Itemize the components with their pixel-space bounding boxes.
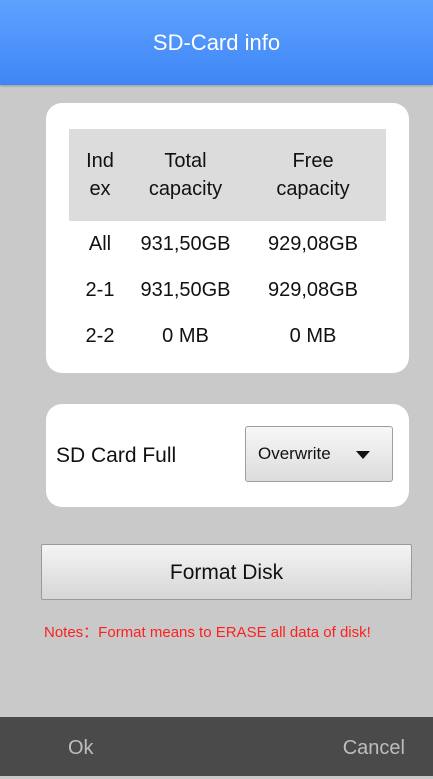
capacity-card: Ind ex Total capacity Free capacity All … <box>46 103 409 373</box>
sd-card-full-label: SD Card Full <box>56 444 177 467</box>
cell-total: 931,50GB <box>140 278 231 301</box>
dialog-title: SD-Card info <box>152 30 281 55</box>
header-index: Ind ex <box>69 129 131 221</box>
header-total-line1: Total <box>164 150 207 172</box>
header-free-line2: capacity <box>276 178 350 200</box>
cell-index: All <box>88 232 112 255</box>
format-disk-button[interactable]: Format Disk <box>41 544 412 600</box>
cancel-button[interactable]: Cancel <box>343 717 405 779</box>
cell-free: 0 MB <box>289 324 337 347</box>
triangle-down-icon <box>356 451 370 459</box>
sd-card-full-select[interactable]: Overwrite <box>245 426 393 482</box>
table-row: 2-2 0 MB 0 MB <box>69 313 386 359</box>
header-total-line2: capacity <box>148 178 223 200</box>
table-row: All 931,50GB 929,08GB <box>69 221 386 267</box>
notes-warning: Notes：Format means to ERASE all data of … <box>44 624 371 641</box>
header-index-line1: Ind <box>86 150 114 172</box>
cell-free: 929,08GB <box>267 232 359 255</box>
cell-total: 0 MB <box>162 324 209 347</box>
cell-index: 2-2 <box>85 324 115 347</box>
footer-bar: Ok Cancel <box>0 717 433 776</box>
sd-card-full-selected-value: Overwrite <box>258 444 331 463</box>
sd-card-full-card: SD Card Full Overwrite <box>46 404 409 507</box>
header-free-capacity: Free capacity <box>240 129 386 221</box>
cell-index: 2-1 <box>85 278 115 301</box>
header-index-line2: ex <box>89 178 111 200</box>
header-free-line1: Free <box>292 150 334 172</box>
format-disk-label: Format Disk <box>169 561 284 584</box>
cell-total: 931,50GB <box>140 232 231 255</box>
header-total-capacity: Total capacity <box>131 129 240 221</box>
table-header-row: Ind ex Total capacity Free capacity <box>69 129 386 221</box>
capacity-table: Ind ex Total capacity Free capacity All … <box>69 129 386 359</box>
cell-free: 929,08GB <box>267 278 359 301</box>
dialog-title-bar: SD-Card info <box>0 0 433 85</box>
ok-button[interactable]: Ok <box>68 717 94 779</box>
table-row: 2-1 931,50GB 929,08GB <box>69 267 386 313</box>
